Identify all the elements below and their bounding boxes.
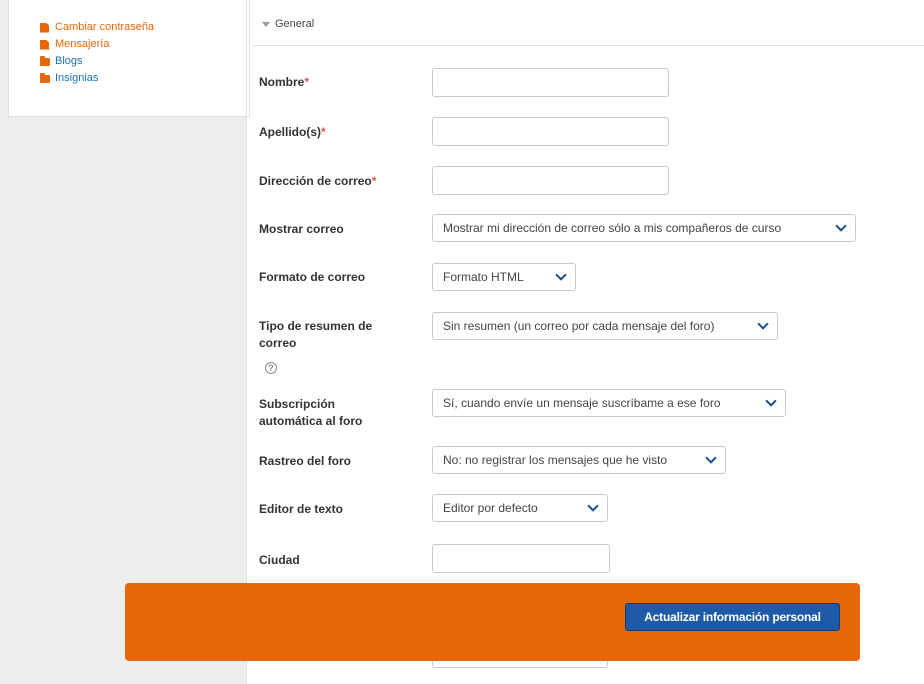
select-value: Sin resumen (un correo por cada mensaje … (443, 319, 715, 333)
nombre-input[interactable] (432, 68, 669, 97)
required-marker: * (371, 174, 377, 188)
nombre-label: Nombre* (259, 74, 309, 91)
sidebar-item-label[interactable]: Blogs (55, 56, 83, 67)
sidebar-item-label[interactable]: Mensajería (55, 39, 109, 50)
select-value: Formato HTML (443, 270, 524, 284)
ciudad-label: Ciudad (259, 553, 300, 567)
document-icon (40, 39, 49, 50)
folder-icon (40, 55, 50, 66)
mostrar-correo-select[interactable]: Mostrar mi dirección de correo sólo a mi… (432, 214, 856, 242)
required-marker: * (321, 125, 326, 139)
tipo-resumen-label-line1: Tipo de resumen de (259, 319, 373, 333)
editor-label: Editor de texto (259, 502, 344, 516)
ciudad-input[interactable] (432, 544, 610, 573)
formato-correo-label: Formato de correo (259, 270, 366, 284)
suscripcion-label: Subscripción automática al foro (259, 396, 362, 430)
column-divider (246, 0, 247, 684)
correo-label: Dirección de correo* (259, 173, 376, 190)
section-divider (252, 45, 924, 46)
tipo-resumen-select[interactable]: Sin resumen (un correo por cada mensaje … (432, 312, 778, 340)
sidebar-item-mensajeria[interactable]: Mensajería (40, 36, 154, 53)
apellido-label: Apellido(s)* (259, 124, 326, 141)
suscripcion-select[interactable]: Sí, cuando envíe un mensaje suscríbame a… (432, 389, 786, 417)
sidebar-item-insignias[interactable]: Insignias (40, 70, 154, 87)
suscripcion-label-line1: Subscripción (259, 397, 336, 411)
select-value: Mostrar mi dirección de correo sólo a mi… (443, 221, 782, 235)
update-personal-info-button[interactable]: Actualizar información personal (625, 603, 840, 631)
apellido-label-text: Apellido(s) (259, 125, 321, 139)
editor-select[interactable]: Editor por defecto (432, 494, 608, 522)
nombre-label-text: Nombre (259, 75, 305, 89)
rastreo-select[interactable]: No: no registrar los mensajes que he vis… (432, 446, 726, 474)
tipo-resumen-label-line2: correo (259, 336, 297, 350)
section-title: General (275, 18, 315, 30)
sidebar-item-label[interactable]: Insignias (55, 73, 98, 84)
sidebar-item-blogs[interactable]: Blogs (40, 53, 154, 70)
formato-correo-select[interactable]: Formato HTML (432, 263, 576, 291)
chevron-down-icon (705, 452, 717, 464)
apellido-input[interactable] (432, 117, 669, 146)
chevron-down-icon (587, 500, 599, 512)
mostrar-correo-label: Mostrar correo (259, 222, 344, 236)
chevron-down-icon (765, 395, 777, 407)
select-value: No: no registrar los mensajes que he vis… (443, 453, 668, 467)
chevron-down-icon (757, 318, 769, 330)
correo-input[interactable] (432, 166, 669, 195)
sidebar-item-label[interactable]: Cambiar contraseña (55, 22, 154, 33)
select-value: Editor por defecto (443, 501, 538, 515)
collapse-caret-icon (262, 21, 270, 27)
rastreo-label: Rastreo del foro (259, 454, 352, 468)
section-toggle-general[interactable]: General (262, 18, 314, 30)
help-icon[interactable]: ? (265, 362, 277, 374)
correo-label-text: Dirección de correo (259, 174, 372, 188)
folder-icon (40, 72, 50, 83)
sidebar-item-cambiar-contrasena[interactable]: Cambiar contraseña (40, 19, 154, 36)
chevron-down-icon (835, 220, 847, 232)
chevron-down-icon (555, 269, 567, 281)
document-icon (40, 22, 49, 33)
sidebar-navigation-list: Cambiar contraseña Mensajería Blogs Insi… (40, 19, 154, 87)
tipo-resumen-label: Tipo de resumen de correo (259, 318, 372, 352)
required-marker: * (304, 75, 310, 89)
suscripcion-label-line2: automática al foro (259, 414, 363, 428)
select-value: Sí, cuando envíe un mensaje suscríbame a… (443, 396, 721, 410)
